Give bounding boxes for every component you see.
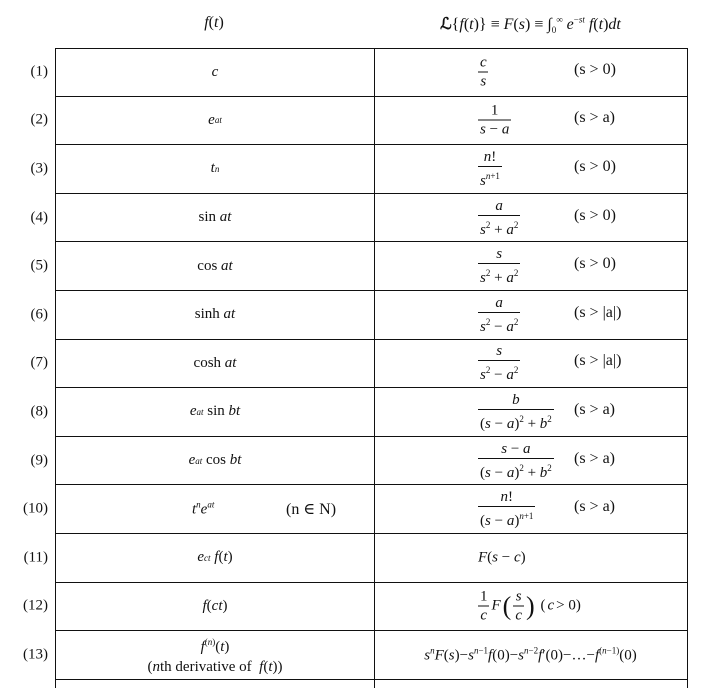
Fs-cell: cs (s > 0) [374, 49, 687, 96]
table-row: (1) c cs (s > 0) [31, 48, 688, 97]
Fs-expression: F(s − c) [478, 549, 526, 566]
laplace-table: (1) c cs (s > 0) (2) e at 1s − a (s > a) … [23, 48, 688, 688]
Fs-cell: a s2 − a2 (s > |a|) [374, 291, 687, 339]
table-row: (5) cos at s s2 + a2 (s > 0) [31, 242, 688, 291]
condition: (s > |a|) [574, 352, 622, 370]
ft-cell: sinh at [56, 290, 375, 339]
ft-cell: e at sin bt [56, 388, 375, 436]
table-row: (10) tneat (n ∈ N) n! (s − a)n+1 (s > a) [23, 485, 688, 534]
condition: (s > 0) [574, 61, 616, 79]
row-number: (13) [23, 646, 48, 663]
table-row: (12) f(ct) 1c F(s c) (c > 0) [23, 582, 688, 632]
row-number: (3) [30, 160, 49, 177]
row-number: (7) [30, 354, 49, 371]
table-row: (9) e at cos bt s − a (s − a)2 + b2 (s > a… [31, 436, 688, 486]
fraction: cs [478, 54, 489, 90]
table-row: (2) e at 1s − a (s > a) [31, 96, 688, 146]
ft-cell: e at [56, 96, 375, 145]
row-number: (11) [23, 549, 48, 566]
header-ft: f(t) [204, 14, 224, 31]
Fs-expression: 1c F(s c) (c > 0) [478, 588, 581, 624]
condition: (s > |a|) [574, 303, 622, 321]
table-row: (13) f(n)(t) (nth derivative of f(t)) snF… [23, 631, 688, 680]
row-number: (1) [30, 63, 49, 80]
ft-cell: cosh at [56, 339, 375, 388]
Fs-cell: b (s − a)2 + b2 (s > a) [374, 388, 687, 436]
ft-cell: sin at [56, 193, 375, 242]
ft-cell: c [56, 49, 375, 96]
fraction: 1s − a [478, 102, 512, 138]
Fs-cell: s s2 + a2 (s > 0) [374, 242, 687, 290]
condition: (s > a) [574, 449, 616, 467]
row-number: (4) [30, 209, 49, 226]
Fs-cell: snF(s)−sn−1f(0)−sn−2f′(0)−…−f(n−1)(0) [374, 631, 687, 679]
fraction: a s2 − a2 [478, 294, 521, 335]
condition: (s > a) [574, 498, 616, 516]
table-row: (6) sinh at a s2 − a2 (s > |a|) [31, 290, 688, 340]
ft-condition: (n ∈ N) [286, 501, 337, 519]
Fs-cell: n! sn+1 (s > 0) [374, 145, 687, 193]
Fs-cell: 1s − a (s > a) [374, 97, 687, 145]
Fs-cell: s − a (s − a)2 + b2 (s > a) [374, 437, 687, 485]
ft-cell: e ct f(t) [56, 533, 375, 582]
ft-cell: e at cos bt [56, 436, 375, 485]
row-number: (8) [30, 403, 49, 420]
row-number: (2) [30, 111, 49, 128]
condition: (s > 0) [574, 158, 616, 176]
table-row: (7) cosh at s s2 − a2 (s > |a|) [31, 339, 688, 389]
fraction: n! sn+1 [478, 148, 502, 189]
ft-cell: tn [56, 145, 375, 193]
Fs-cell: F(s − c) [374, 534, 687, 582]
Fs-expression: snF(s)−sn−1f(0)−sn−2f′(0)−…−f(n−1)(0) [424, 645, 637, 664]
fraction: b (s − a)2 + b2 [478, 391, 554, 432]
table-row: (3) tn n! sn+1 (s > 0) [31, 145, 688, 194]
table-row: (4) sin at a s2 + a2 (s > 0) [31, 193, 688, 243]
row-number: (5) [30, 257, 49, 274]
table-row: (11) e ct f(t) F(s − c) [24, 533, 688, 583]
condition: (s > a) [574, 401, 616, 419]
fraction: s − a (s − a)2 + b2 [478, 440, 554, 481]
row-number: (6) [30, 306, 49, 323]
row-number: (9) [30, 452, 49, 469]
table-row: (8) e at sin bt b (s − a)2 + b2 (s > a) [31, 388, 688, 437]
ft-cell: f(ct) [56, 582, 375, 631]
fraction: a s2 + a2 [478, 197, 521, 238]
row-number: (12) [23, 597, 48, 614]
fraction: s s2 + a2 [478, 246, 521, 287]
ft-cell: tneat (n ∈ N) [56, 485, 375, 533]
header-laplace: ℒ{f(t)} ≡ F(s) ≡ ∫0∞ e−st f(t)dt [440, 14, 621, 36]
condition: (s > 0) [574, 255, 616, 273]
fraction: s s2 − a2 [478, 343, 521, 384]
condition: (s > a) [574, 109, 616, 127]
ft-cell: cos at [56, 242, 375, 290]
ft-cell: f(n)(t) (nth derivative of f(t)) [56, 631, 375, 679]
row-number: (10) [23, 500, 48, 517]
Fs-cell: s s2 − a2 (s > |a|) [374, 340, 687, 388]
Fs-cell: n! (s − a)n+1 (s > a) [374, 485, 687, 533]
Fs-cell: a s2 + a2 (s > 0) [374, 194, 687, 242]
fraction: n! (s − a)n+1 [478, 489, 536, 530]
Fs-cell: 1c F(s c) (c > 0) [374, 583, 687, 631]
condition: (s > 0) [574, 206, 616, 224]
